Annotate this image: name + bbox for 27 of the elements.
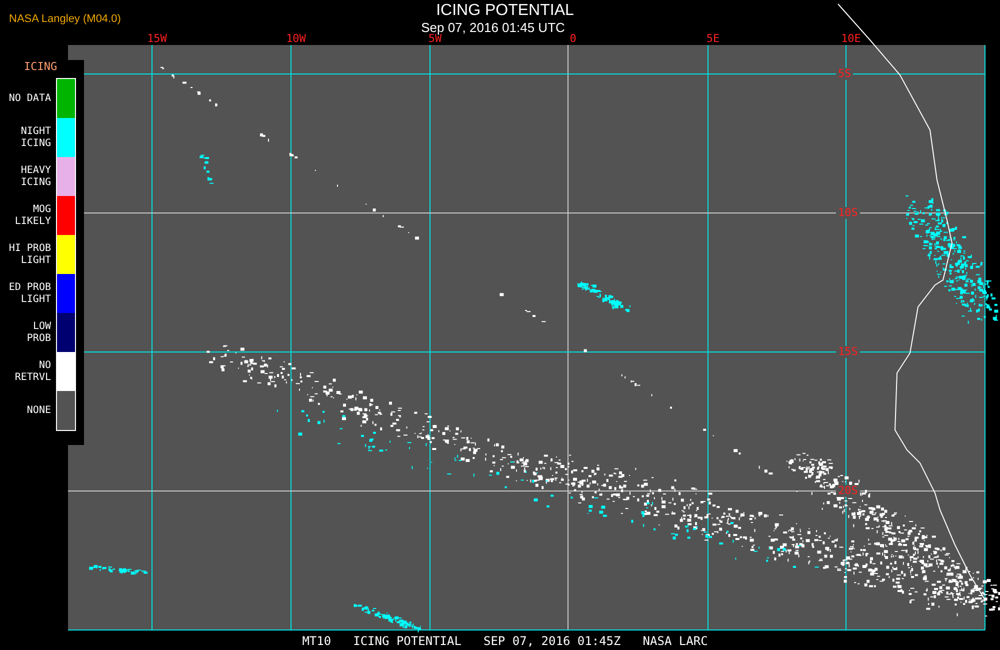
footer-text: MT10 [302, 633, 332, 650]
longitude-label: 0 [568, 33, 578, 44]
legend-label: HI PROB LIGHT [8, 242, 51, 268]
longitude-label: 5E [705, 33, 721, 44]
map-timestamp: Sep 07, 2016 01:45 UTC [421, 20, 565, 35]
legend-label: LOW PROB [26, 320, 51, 346]
source-label: NASA Langley (M04.0) [9, 14, 121, 25]
legend-label: NIGHT ICING [20, 124, 51, 150]
legend-label: MOG LIKELY [14, 202, 51, 228]
longitude-label: 15W [146, 33, 168, 44]
legend-label: HEAVY ICING [20, 164, 51, 190]
latitude-label: 20S [836, 485, 860, 497]
longitude-label: 10E [840, 33, 862, 44]
longitude-label: 5W [428, 33, 442, 44]
latitude-label: 15S [836, 346, 860, 358]
footer-text: NASA LARC [642, 633, 708, 650]
legend-label: NO RETRVL [14, 358, 51, 384]
latitude-label: 10S [836, 207, 860, 219]
legend-label: ED PROB LIGHT [8, 280, 51, 306]
footer-text: SEP 07, 2016 01:45Z [483, 633, 621, 650]
legend-label: NONE [26, 404, 51, 418]
legend-label: NO DATA [8, 92, 51, 106]
footer-text: ICING POTENTIAL [353, 633, 462, 650]
latitude-label: 5S [836, 68, 854, 80]
longitude-label: 10W [285, 33, 307, 44]
legend-title: ICING [24, 60, 58, 74]
map-title: ICING POTENTIAL [436, 1, 574, 20]
